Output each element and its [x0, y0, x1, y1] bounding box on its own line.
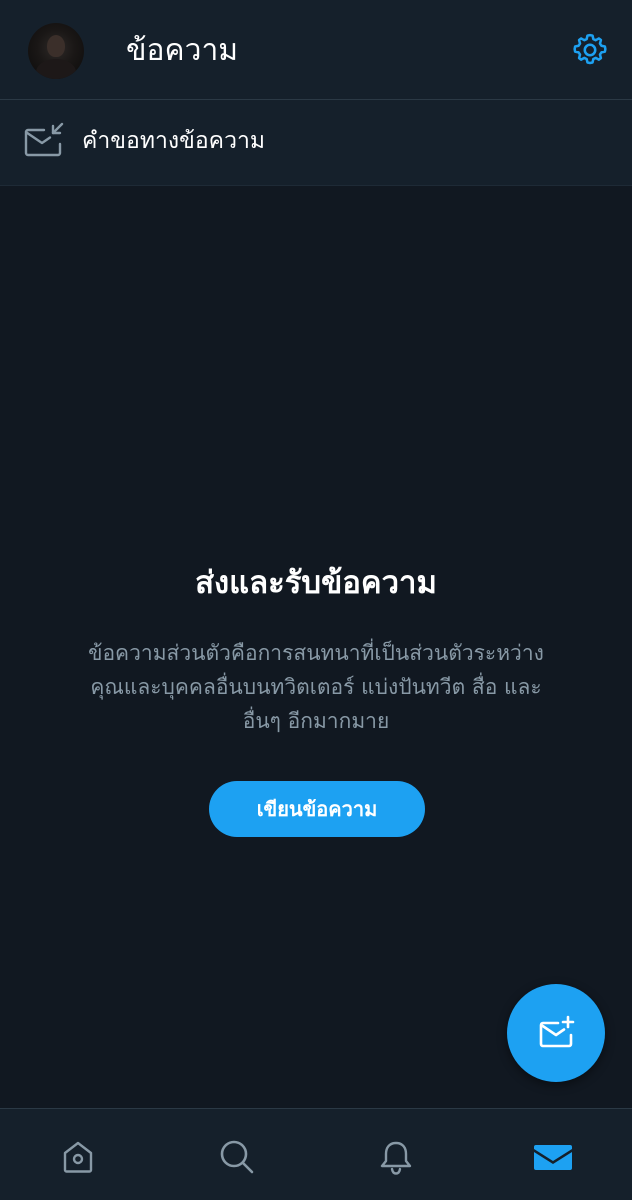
- avatar-face: [47, 35, 65, 57]
- avatar[interactable]: [28, 23, 84, 79]
- message-request-icon: [24, 122, 64, 157]
- gear-icon: [573, 33, 607, 65]
- nav-messages[interactable]: [527, 1131, 579, 1183]
- write-message-button[interactable]: เขียนข้อความ: [209, 781, 425, 837]
- empty-state-line: คุณและบุคคลอื่นบนทวิตเตอร์ แบ่งปันทวีต ส…: [90, 675, 542, 699]
- new-message-fab[interactable]: [507, 984, 605, 1082]
- home-icon: [63, 1141, 93, 1173]
- empty-state-description: ข้อความส่วนตัวคือการสนทนาที่เป็นส่วนตัวร…: [36, 636, 596, 738]
- bell-icon: [380, 1141, 412, 1175]
- nav-search[interactable]: [211, 1131, 263, 1183]
- search-icon: [220, 1140, 254, 1174]
- avatar-shoulders: [36, 59, 76, 79]
- top-app-bar: ข้อความ: [0, 0, 632, 100]
- message-requests-label: คำขอทางข้อความ: [82, 128, 266, 154]
- new-message-icon: [539, 1015, 575, 1048]
- empty-state-line: อื่นๆ อีกมากมาย: [242, 709, 390, 733]
- page-title: ข้อความ: [126, 33, 239, 68]
- empty-state-title: ส่งและรับข้อความ: [195, 565, 437, 601]
- nav-home[interactable]: [52, 1131, 104, 1183]
- message-requests-row[interactable]: คำขอทางข้อความ: [0, 100, 632, 186]
- settings-button[interactable]: [568, 28, 612, 72]
- messages-screen: ข้อความ คำขอทางข้อความ ส่งและรับข้อความ …: [0, 0, 632, 1200]
- nav-notifications[interactable]: [370, 1131, 422, 1183]
- bottom-navigation: [0, 1108, 632, 1200]
- mail-icon: [534, 1145, 572, 1170]
- empty-state-line: ข้อความส่วนตัวคือการสนทนาที่เป็นส่วนตัวร…: [88, 641, 544, 665]
